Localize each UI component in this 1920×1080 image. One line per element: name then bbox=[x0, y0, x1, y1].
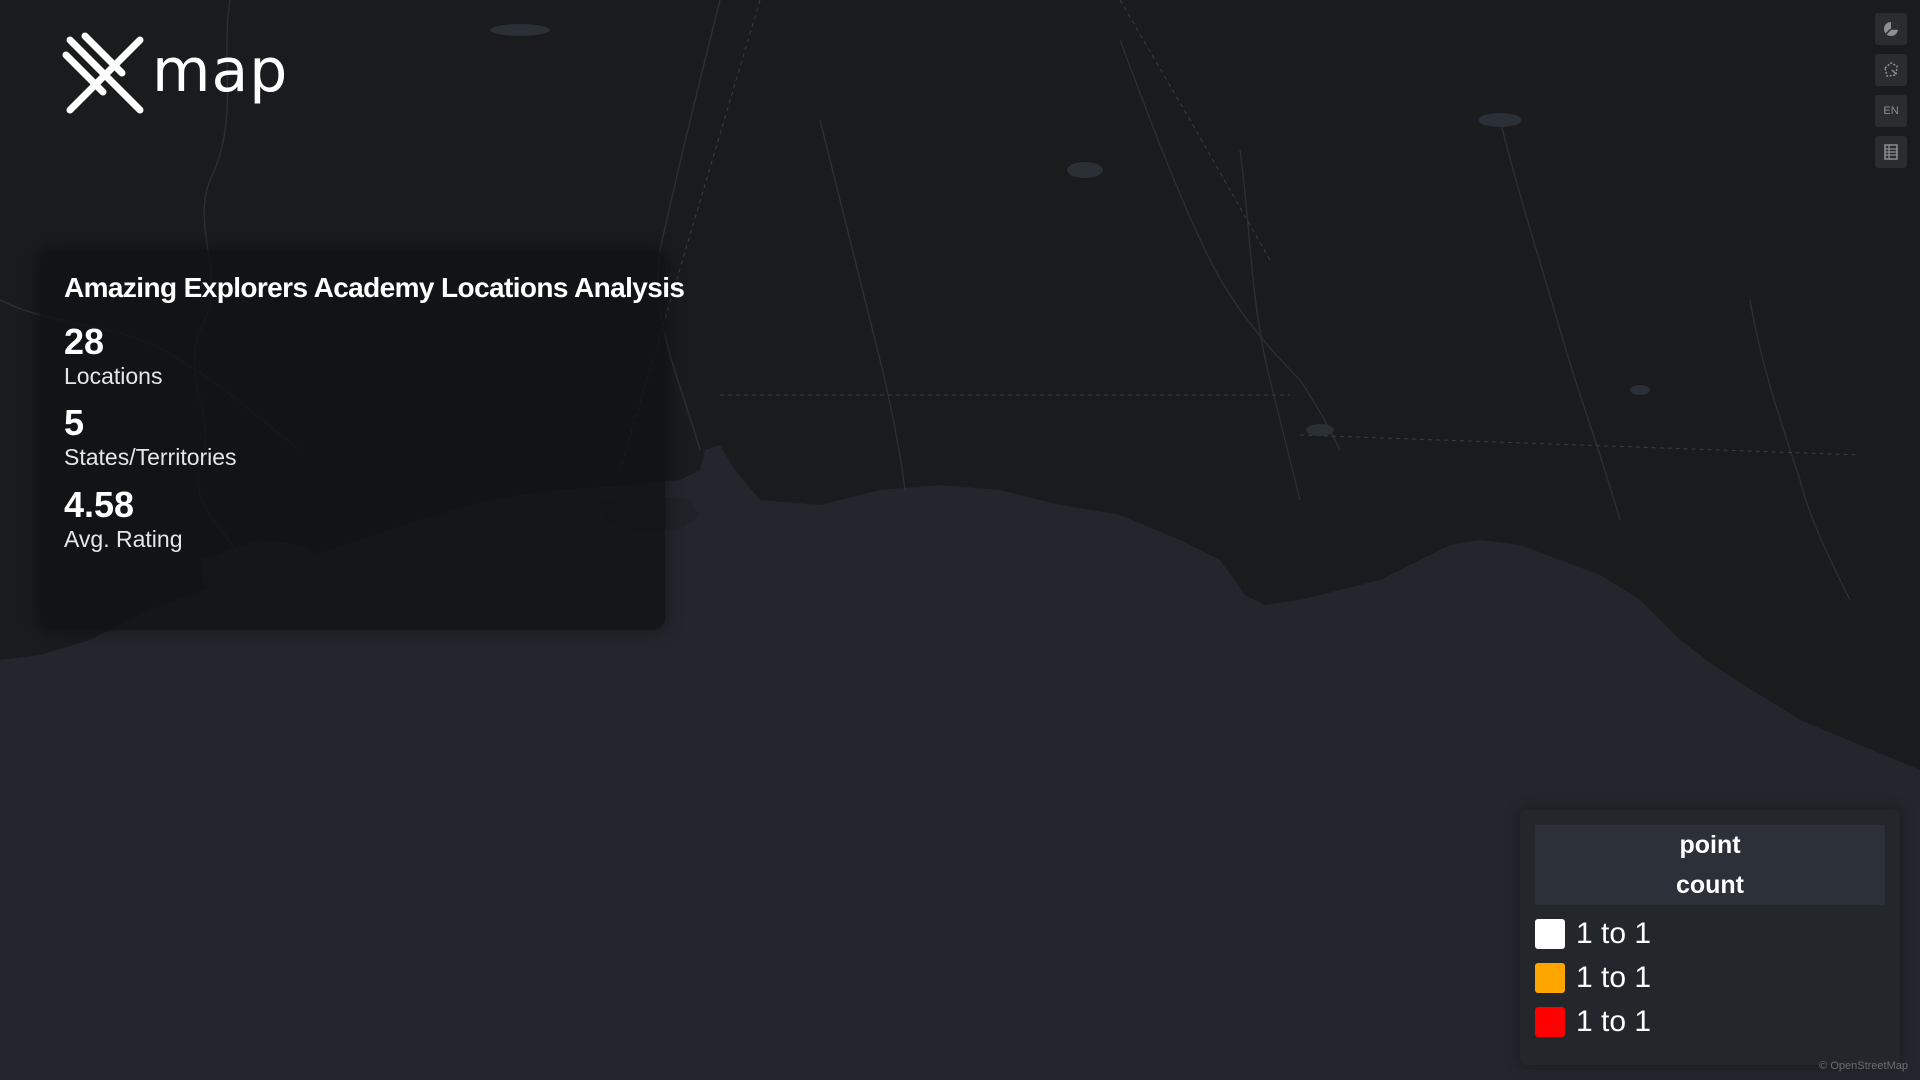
legend-swatch bbox=[1535, 919, 1565, 949]
stat-value: 5 bbox=[64, 402, 85, 444]
stat-label: Avg. Rating bbox=[64, 525, 183, 552]
stat-label: Locations bbox=[64, 362, 163, 389]
table-button[interactable] bbox=[1875, 136, 1907, 168]
legend-label: 1 to 1 bbox=[1576, 961, 1652, 994]
stat-value: 28 bbox=[64, 321, 105, 362]
legend-swatch bbox=[1535, 1007, 1565, 1037]
stat-rating: 4.58 Avg. Rating bbox=[64, 485, 641, 554]
map-legend: point count 1 to 1 1 to 1 1 to 1 bbox=[1520, 810, 1900, 1065]
map-controls: EN bbox=[1875, 13, 1907, 168]
stats-panel: Amazing Explorers Academy Locations Anal… bbox=[40, 250, 685, 630]
stat-value: 4.58 bbox=[64, 483, 135, 525]
stat-locations: 28 Locations bbox=[64, 322, 641, 391]
pie-chart-button[interactable] bbox=[1875, 13, 1907, 45]
legend-label: 1 to 1 bbox=[1576, 917, 1652, 950]
map-viewport[interactable]: map Amazing Explorers Academy Locations … bbox=[0, 0, 1920, 1080]
stat-states: 5 States/Territories bbox=[64, 403, 641, 472]
stat-label: States/Territories bbox=[64, 444, 237, 471]
language-label: EN bbox=[1883, 105, 1899, 117]
legend-header: point count bbox=[1535, 825, 1885, 905]
x-logo-icon bbox=[62, 32, 144, 114]
legend-swatch bbox=[1535, 963, 1565, 993]
polygon-select-icon bbox=[1884, 62, 1898, 77]
logo-text: map bbox=[152, 36, 289, 106]
legend-item: 1 to 1 bbox=[1535, 919, 1885, 949]
legend-item: 1 to 1 bbox=[1535, 963, 1885, 993]
legend-item: 1 to 1 bbox=[1535, 1007, 1885, 1037]
stats-title: Amazing Explorers Academy Locations Anal… bbox=[64, 272, 685, 303]
legend-label: 1 to 1 bbox=[1576, 1005, 1652, 1038]
table-icon bbox=[1884, 144, 1898, 160]
polygon-select-button[interactable] bbox=[1875, 54, 1907, 86]
app-logo[interactable]: map bbox=[60, 30, 288, 120]
pie-chart-icon bbox=[1884, 22, 1898, 36]
legend-title-line2: count bbox=[1675, 871, 1745, 899]
legend-title-line1: point bbox=[1679, 831, 1741, 859]
language-button[interactable]: EN bbox=[1875, 95, 1907, 127]
map-attribution[interactable]: © OpenStreetMap bbox=[1819, 1060, 1908, 1072]
